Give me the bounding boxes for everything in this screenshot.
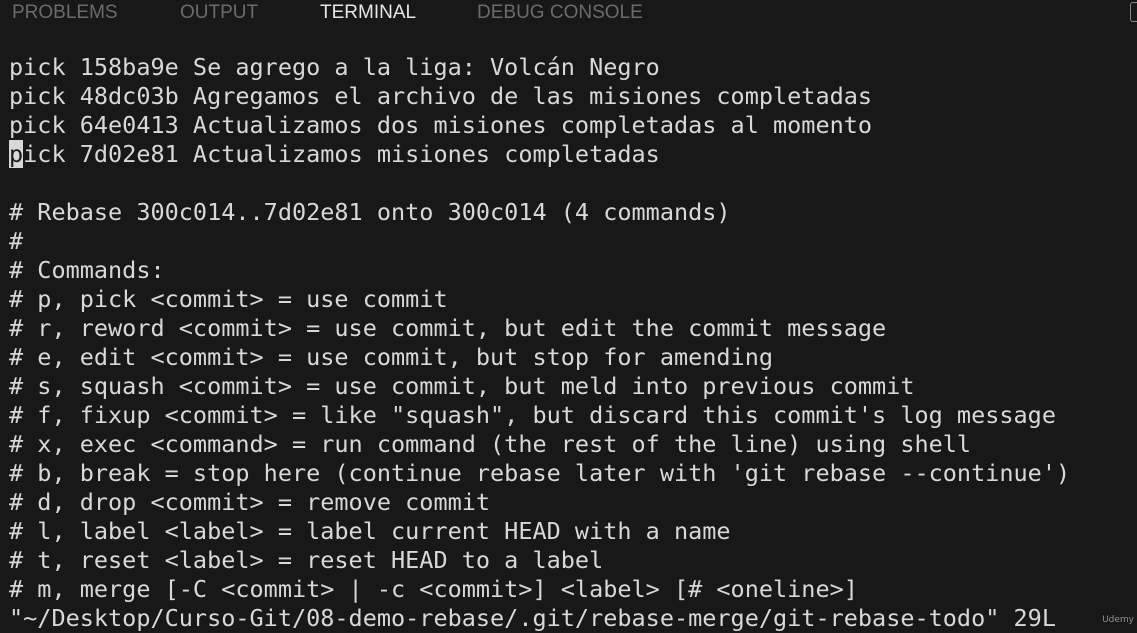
tab-terminal[interactable]: TERMINAL — [320, 2, 416, 24]
comment-line: # p, pick <commit> = use commit — [9, 285, 448, 313]
todo-line: pick 64e0413 Actualizamos dos misiones c… — [9, 111, 873, 139]
todo-line: pick 48dc03b Agregamos el archivo de las… — [9, 82, 873, 110]
comment-line: # s, squash <commit> = use commit, but m… — [9, 372, 915, 400]
tab-output[interactable]: OUTPUT — [180, 2, 258, 24]
todo-line: pick 158ba9e Se agrego a la liga: Volcán… — [9, 53, 660, 81]
panel-tab-bar: PROBLEMS OUTPUT TERMINAL DEBUG CONSOLE — [0, 0, 1137, 30]
comment-line: # f, fixup <commit> = like "squash", but… — [9, 401, 1056, 429]
terminal-panel: PROBLEMS OUTPUT TERMINAL DEBUG CONSOLE p… — [0, 0, 1137, 633]
comment-line: # d, drop <commit> = remove commit — [9, 488, 491, 516]
comment-line: # Rebase 300c014..7d02e81 onto 300c014 (… — [9, 198, 731, 226]
comment-line: # e, edit <commit> = use commit, but sto… — [9, 343, 774, 371]
udemy-watermark: Udemy — [1102, 615, 1134, 625]
comment-line: # m, merge [-C <commit> | -c <commit>] <… — [9, 575, 858, 603]
text-cursor: p — [9, 140, 24, 168]
comment-line: # — [9, 227, 24, 255]
todo-line: pick 7d02e81 Actualizamos misiones compl… — [9, 140, 660, 168]
comment-line: # Commands: — [9, 256, 165, 284]
comment-line: # x, exec <command> = run command (the r… — [9, 430, 972, 458]
panel-edge-icon — [1130, 2, 1137, 22]
tab-problems[interactable]: PROBLEMS — [12, 2, 118, 24]
comment-line: # l, label <label> = label current HEAD … — [9, 517, 731, 545]
terminal-output[interactable]: pick 158ba9e Se agrego a la liga: Volcán… — [0, 50, 1137, 633]
comment-line: # b, break = stop here (continue rebase … — [9, 459, 1071, 487]
comment-line: # t, reset <label> = reset HEAD to a lab… — [9, 546, 604, 574]
comment-line: # r, reword <commit> = use commit, but e… — [9, 314, 887, 342]
tab-debug-console[interactable]: DEBUG CONSOLE — [477, 2, 643, 24]
vim-status-line: "~/Desktop/Curso-Git/08-demo-rebase/.git… — [9, 604, 1056, 632]
